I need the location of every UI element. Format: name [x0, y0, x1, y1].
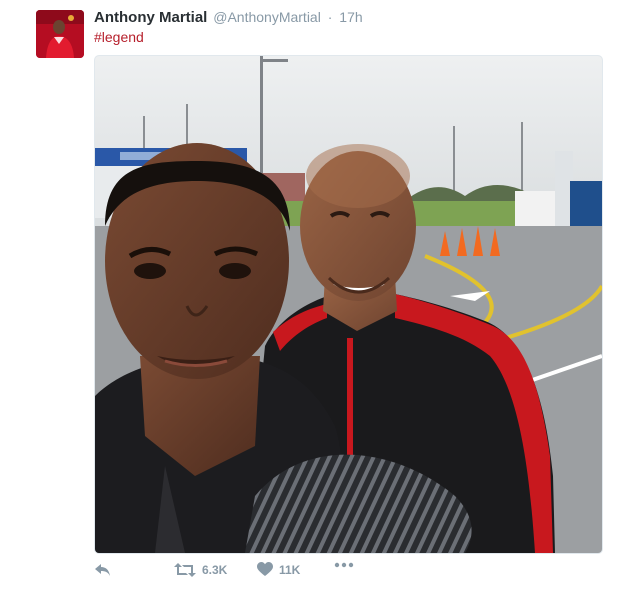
- retweet-count: 6.3K: [202, 563, 228, 577]
- hashtag-link[interactable]: #legend: [94, 29, 144, 45]
- reply-button[interactable]: [94, 562, 112, 578]
- avatar[interactable]: [36, 10, 84, 58]
- tweet-actions: 6.3K 11K: [94, 562, 594, 584]
- avatar-image: [36, 10, 84, 58]
- heart-icon: [257, 562, 273, 576]
- author-name[interactable]: Anthony Martial: [94, 9, 207, 26]
- retweet-button[interactable]: 6.3K: [174, 562, 227, 578]
- separator-dot: ·: [327, 9, 333, 25]
- tweet-header: Anthony Martial @AnthonyMartial · 17h: [94, 8, 363, 27]
- tweet-photo[interactable]: [94, 55, 603, 554]
- more-button[interactable]: [334, 562, 354, 568]
- retweet-icon: [174, 563, 196, 577]
- more-icon: [334, 562, 354, 568]
- selfie-photo: [95, 56, 602, 553]
- like-count: 11K: [279, 562, 301, 577]
- tweet-text: #legend: [94, 28, 144, 47]
- author-handle[interactable]: @AnthonyMartial: [213, 9, 321, 25]
- like-button[interactable]: 11K: [257, 562, 300, 577]
- timestamp[interactable]: 17h: [339, 9, 362, 25]
- reply-icon: [95, 564, 110, 576]
- tweet: Anthony Martial @AnthonyMartial · 17h #l…: [0, 0, 638, 589]
